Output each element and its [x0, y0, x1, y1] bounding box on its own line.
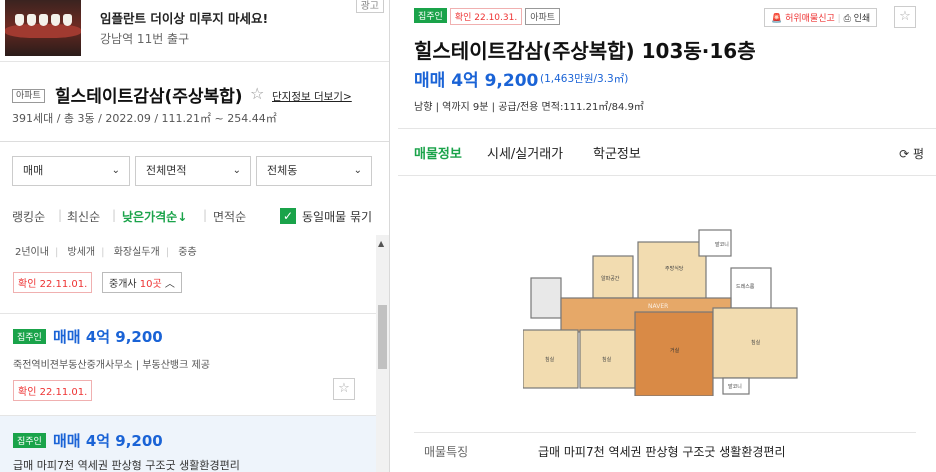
favorite-star-icon[interactable]: ☆ [250, 84, 264, 103]
sort-ranking[interactable]: 랭킹순 [12, 208, 45, 225]
svg-text:드레스룸: 드레스룸 [736, 283, 755, 290]
favorite-star-icon[interactable]: ☆ [894, 6, 916, 28]
ad-subtitle: 강남역 11번 출구 [100, 32, 190, 46]
feature-value: 급매 마피7천 역세권 판상형 구조굿 생활환경편리 [538, 445, 786, 459]
tab-price-history[interactable]: 시세/실거래가 [487, 143, 563, 162]
dong-value: 전체동 [267, 164, 298, 177]
svg-text:침실: 침실 [545, 356, 555, 363]
area-dropdown[interactable]: 전체면적 ⌄ [135, 156, 251, 186]
svg-text:알파공간: 알파공간 [601, 275, 620, 282]
filter-bar: 매매 ⌄ 전체면적 ⌄ 전체동 ⌄ [0, 142, 389, 186]
room-living [634, 311, 714, 396]
ad-banner[interactable]: 임플란트 더이상 미루지 마세요! 강남역 11번 출구 광고 [0, 0, 389, 62]
item-agent: 죽전역비젼부동산중개사무소 | 부동산뱅크 제공 [13, 360, 210, 371]
chevron-down-icon: ⌄ [232, 165, 241, 176]
listing-tag: 2년이내 [15, 247, 49, 258]
svg-text:NAVER: NAVER [648, 303, 668, 310]
item-price: 매매 4억 9,200 [53, 432, 163, 450]
complex-summary: 아파트 힐스테이트감삼(주상복합) ☆ 단지정보 더보기> 391세대 / 총 … [0, 62, 389, 142]
scroll-thumb[interactable] [378, 305, 387, 369]
group-same-label[interactable]: 동일매물 묶기 [302, 208, 372, 225]
complex-detail-link[interactable]: 단지정보 더보기> [272, 89, 352, 104]
floor-plan-image: 발코니 드레스룸 알파공간 주방식당 침실 침실 거실 침실 발코니 NAVER [523, 218, 808, 396]
chevron-down-icon: ⌄ [111, 165, 120, 176]
owner-badge: 집주인 [13, 433, 46, 448]
tab-listing-info[interactable]: 매물정보 [414, 143, 462, 162]
confirm-date-badge: 확인 22.11.01. [13, 380, 93, 401]
agents-toggle-button[interactable]: 중개사 10곳 ︿ [102, 272, 182, 293]
list-scrollbar[interactable]: ▲ [376, 235, 389, 472]
detail-panel: 집주인 확인 22.10.31. 아파트 🚨 허위매물신고 | ⎙ 인쇄 ☆ 힐스테… [398, 0, 936, 472]
area-value: 전체면적 [146, 164, 187, 177]
detail-tabs: 매물정보 시세/실거래가 학군정보 ⟳ 평 [398, 128, 936, 176]
dong-dropdown[interactable]: 전체동 ⌄ [256, 156, 372, 186]
listing-tag: 중층 [178, 247, 197, 258]
ad-thumbnail [5, 0, 81, 56]
print-icon: ⎙ [843, 14, 851, 24]
report-fake-button[interactable]: 허위매물신고 [785, 14, 835, 24]
chevron-down-icon: ⌄ [353, 165, 362, 176]
svg-text:거실: 거실 [670, 347, 680, 354]
detail-price: 매매 4억 9,200 [414, 71, 539, 91]
property-type-tag: 아파트 [525, 8, 561, 25]
sort-bar: 랭킹순 | 최신순 | 낮은가격순↓ | 면적순 ✓ 동일매물 묶기 [12, 208, 373, 225]
detail-price-per-area: (1,463만원/3.3㎡) [540, 73, 629, 85]
favorite-star-icon[interactable]: ☆ [333, 378, 355, 400]
confirm-date-badge: 확인 22.10.31. [449, 8, 523, 25]
listing-list: 2년이내 | 방세개 | 화장실두개 | 중층 확인 22.11.01. 중개사 10… [0, 235, 376, 472]
item-price: 매매 4억 9,200 [53, 328, 163, 346]
tab-school-info[interactable]: 학군정보 [593, 143, 641, 162]
detail-info: 남향 | 역까지 9분 | 공급/전용 면적:111.21㎡/84.9㎡ [414, 102, 644, 113]
svg-text:발코니: 발코니 [715, 241, 729, 248]
trade-type-value: 매매 [23, 164, 44, 177]
complex-info: 391세대 / 총 3동 / 2022.09 / 111.21㎡ ~ 254.4… [12, 112, 277, 125]
owner-badge: 집주인 [13, 329, 46, 344]
svg-text:침실: 침실 [751, 339, 761, 346]
svg-text:주방식당: 주방식당 [665, 265, 684, 272]
svg-text:발코니: 발코니 [728, 383, 742, 390]
bathroom-area [530, 277, 562, 319]
area-unit-toggle[interactable]: ⟳ 평 [899, 145, 924, 162]
feature-label: 매물특징 [424, 445, 469, 459]
sort-low-price[interactable]: 낮은가격순↓ [122, 208, 187, 225]
item-description: 급매 마피7천 역세권 판상형 구조굿 생활환경편리 [13, 459, 240, 472]
list-item[interactable]: 집주인 매매 4억 9,200 급매 마피7천 역세권 판상형 구조굿 생활환경… [0, 415, 376, 472]
svg-text:침실: 침실 [602, 356, 612, 363]
listing-tag: 화장실두개 [113, 247, 160, 258]
group-same-checkbox[interactable]: ✓ [280, 208, 296, 224]
scroll-up-icon[interactable]: ▲ [378, 239, 384, 248]
trade-type-dropdown[interactable]: 매매 ⌄ [12, 156, 130, 186]
ad-label[interactable]: 광고 [355, 0, 384, 13]
sort-area[interactable]: 면적순 [213, 208, 246, 225]
feature-row: 매물특징 급매 마피7천 역세권 판상형 구조굿 생활환경편리 [414, 432, 916, 472]
complex-type-tag: 아파트 [12, 89, 45, 103]
report-print-box: 🚨 허위매물신고 | ⎙ 인쇄 [764, 8, 878, 27]
list-item[interactable]: 집주인 매매 4억 9,200 죽전역비젼부동산중개사무소 | 부동산뱅크 제공… [0, 313, 376, 413]
owner-badge: 집주인 [414, 8, 447, 23]
complex-name: 힐스테이트감삼(주상복합) [55, 87, 243, 107]
confirm-date-badge: 확인 22.11.01. [13, 272, 93, 293]
print-button[interactable]: 인쇄 [854, 14, 871, 24]
ad-title[interactable]: 임플란트 더이상 미루지 마세요! [100, 8, 268, 27]
siren-icon: 🚨 [771, 14, 783, 24]
listing-panel: 임플란트 더이상 미루지 마세요! 강남역 11번 출구 광고 아파트 힐스테이… [0, 0, 390, 472]
listing-tag: 방세개 [67, 247, 96, 258]
detail-tags: 집주인 확인 22.10.31. 아파트 [414, 8, 563, 27]
listing-tags: 2년이내 | 방세개 | 화장실두개 | 중층 [15, 247, 197, 258]
detail-title: 힐스테이트감삼(주상복합) 103동·16층 [414, 39, 756, 63]
sort-latest[interactable]: 최신순 [67, 208, 100, 225]
